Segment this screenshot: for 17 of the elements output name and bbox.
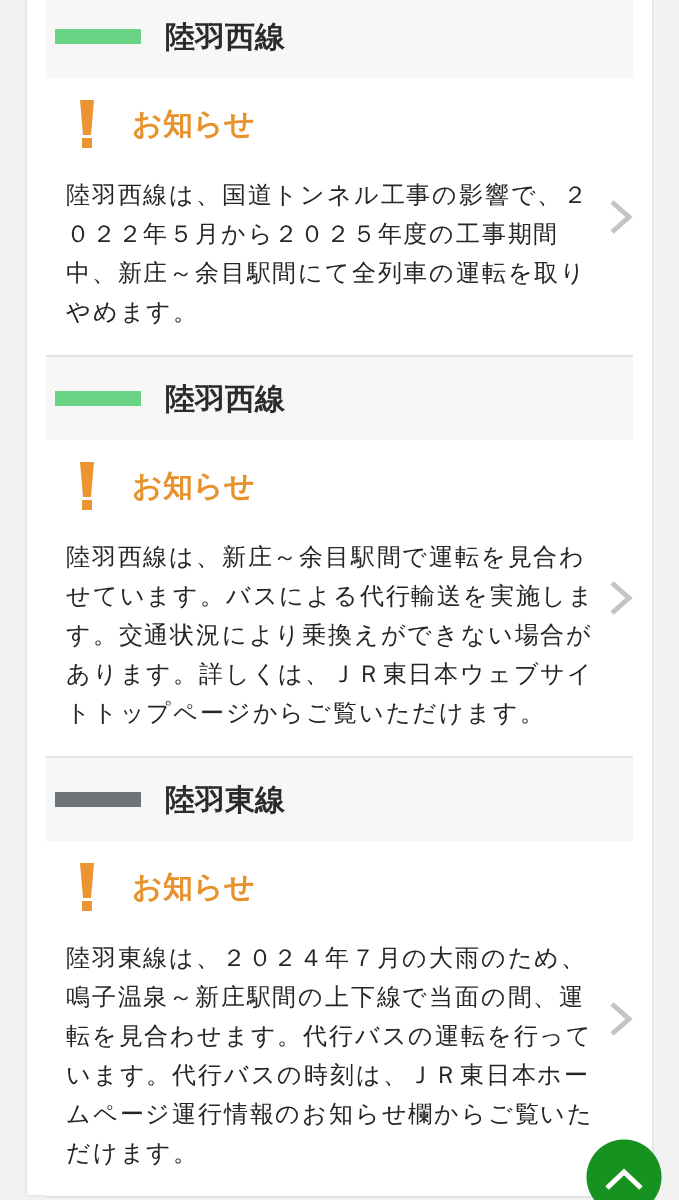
line-name: 陸羽西線 — [165, 380, 285, 417]
line-name: 陸羽西線 — [165, 18, 285, 55]
scroll-to-top-button[interactable] — [586, 1139, 662, 1200]
line-name: 陸羽東線 — [165, 781, 285, 818]
exclamation-icon — [79, 462, 95, 510]
notice-label: お知らせ — [132, 106, 255, 142]
chevron-up-icon — [604, 1168, 644, 1190]
notice-label: お知らせ — [132, 468, 255, 504]
notice-label: お知らせ — [132, 869, 255, 905]
chevron-right-icon — [609, 198, 633, 235]
chevron-right-icon — [609, 1000, 633, 1037]
notice-text: 陸羽東線は、２０２４年７月の大雨のため、鳴子温泉～新庄駅間の上下線で当面の間、運転を見合わせます。代行バスの運転を行っています。代行バスの時刻は、ＪＲ東日本ホームページ運行情報のお知らせ欄からご覧いただけます。 — [66, 943, 595, 1168]
exclamation-icon — [79, 100, 95, 148]
notice-text: 陸羽西線は、新庄～余目駅間で運転を見合わせています。バスによる代行輸送を実施します。交通状況により乗換えができない場合があります。詳しくは、ＪＲ東日本ウェブサイトトップページからご覧いただけます。 — [66, 542, 596, 728]
exclamation-icon — [79, 863, 95, 911]
chevron-right-icon — [609, 580, 633, 616]
notice-text: 陸羽西線は、国道トンネル工事の影響で、２０２２年５月から２０２５年度の工事期間中、新庄～余目駅間にて全列車の運転を取りやめます。 — [66, 180, 590, 327]
